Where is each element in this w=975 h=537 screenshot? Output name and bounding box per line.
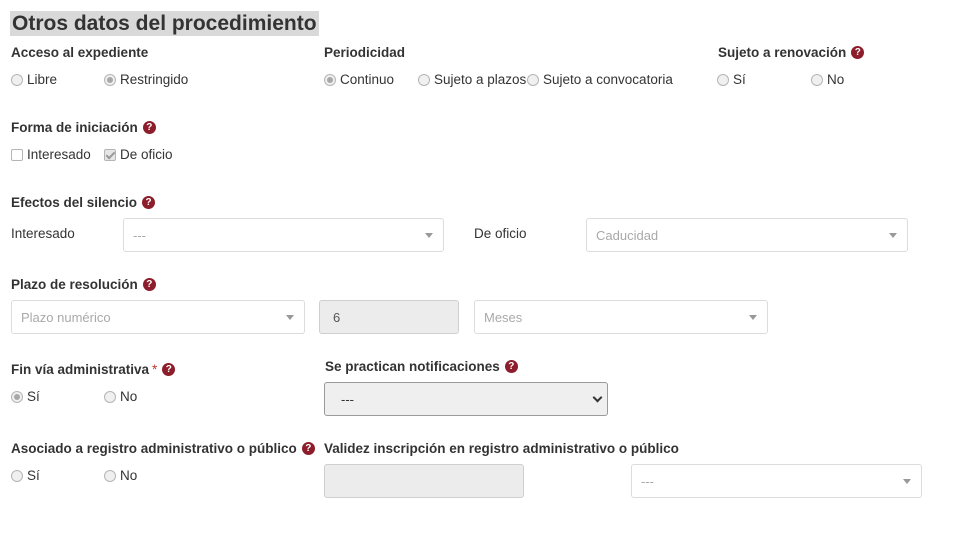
- question-circle-icon[interactable]: ?: [504, 360, 518, 373]
- forma-oficio-checkbox[interactable]: De oficio: [104, 147, 173, 162]
- renovacion-si-radio[interactable]: Sí: [717, 72, 746, 87]
- section-title: Otros datos del procedimiento: [10, 11, 319, 36]
- forma-iniciacion-label: Forma de iniciación ?: [11, 120, 156, 135]
- periodicidad-label: Periodicidad: [324, 45, 406, 60]
- chevron-down-icon: [592, 392, 603, 403]
- notificaciones-select[interactable]: ---: [324, 382, 608, 416]
- fin-via-si-radio[interactable]: Sí: [11, 389, 40, 404]
- caret-down-icon: [903, 479, 911, 484]
- question-circle-icon[interactable]: ?: [851, 46, 865, 59]
- renovacion-no-radio[interactable]: No: [811, 72, 844, 87]
- question-circle-icon[interactable]: ?: [162, 363, 176, 376]
- fin-via-no-radio[interactable]: No: [104, 389, 137, 404]
- checkbox-box: [11, 148, 23, 161]
- radio-circle: [811, 73, 823, 86]
- radio-circle: [104, 390, 116, 403]
- caret-down-icon: [889, 233, 897, 238]
- plazo-resolucion-label: Plazo de resolución ?: [11, 277, 156, 292]
- radio-circle: [11, 469, 23, 482]
- silencio-oficio-select[interactable]: Caducidad: [586, 218, 908, 252]
- plazo-unidad-select[interactable]: Meses: [474, 300, 768, 334]
- fin-via-label: Fin vía administrativa * ?: [11, 362, 176, 377]
- question-circle-icon[interactable]: ?: [142, 196, 156, 209]
- acceso-label: Acceso al expediente: [11, 45, 149, 60]
- radio-circle: [104, 73, 116, 86]
- validez-select[interactable]: ---: [631, 464, 922, 498]
- plazo-tipo-select[interactable]: Plazo numérico: [11, 300, 305, 334]
- question-circle-icon[interactable]: ?: [142, 278, 156, 291]
- radio-circle: [104, 469, 116, 482]
- radio-circle: [418, 73, 430, 86]
- radio-circle: [11, 73, 23, 86]
- acceso-libre-radio[interactable]: Libre: [11, 72, 57, 87]
- periodicidad-convocatoria-radio[interactable]: Sujeto a convocatoria: [527, 72, 673, 87]
- validez-input[interactable]: [324, 464, 524, 498]
- question-circle-icon[interactable]: ?: [142, 121, 156, 134]
- periodicidad-plazos-radio[interactable]: Sujeto a plazos: [418, 72, 526, 87]
- forma-interesado-checkbox[interactable]: Interesado: [11, 147, 91, 162]
- periodicidad-continuo-radio[interactable]: Continuo: [324, 72, 394, 87]
- registro-si-radio[interactable]: Sí: [11, 468, 40, 483]
- checkbox-box: [104, 148, 116, 161]
- renovacion-label: Sujeto a renovación ?: [718, 45, 865, 60]
- caret-down-icon: [425, 233, 433, 238]
- silencio-interesado-select[interactable]: ---: [123, 218, 444, 252]
- acceso-restringido-radio[interactable]: Restringido: [104, 72, 188, 87]
- radio-circle: [527, 73, 539, 86]
- plazo-numero-input[interactable]: 6: [319, 300, 459, 334]
- notificaciones-label: Se practican notificaciones ?: [325, 359, 518, 374]
- radio-circle: [324, 73, 336, 86]
- efectos-silencio-label: Efectos del silencio ?: [11, 195, 156, 210]
- validez-label: Validez inscripción en registro administ…: [324, 441, 679, 456]
- silencio-oficio-label: De oficio: [474, 226, 527, 241]
- caret-down-icon: [286, 315, 294, 320]
- question-circle-icon[interactable]: ?: [301, 442, 315, 455]
- radio-circle: [11, 390, 23, 403]
- caret-down-icon: [749, 315, 757, 320]
- silencio-interesado-label: Interesado: [11, 226, 75, 241]
- registro-label: Asociado a registro administrativo o púb…: [11, 441, 315, 456]
- required-mark: *: [152, 362, 158, 377]
- registro-no-radio[interactable]: No: [104, 468, 137, 483]
- radio-circle: [717, 73, 729, 86]
